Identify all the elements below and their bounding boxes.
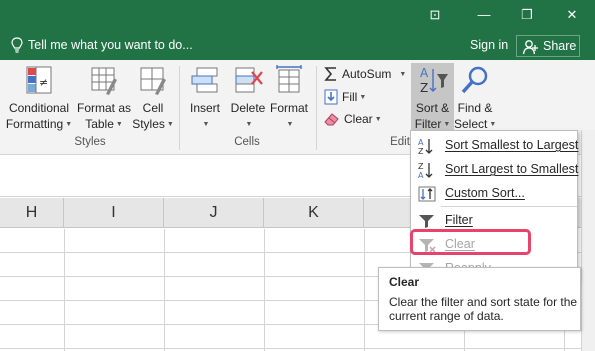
fill-down-icon (324, 89, 338, 105)
tooltip: Clear Clear the filter and sort state fo… (378, 267, 581, 331)
tell-me-input[interactable]: Tell me what you want to do... (28, 38, 193, 52)
autosum-button[interactable]: AutoSum ▼ (324, 66, 406, 82)
delete-button[interactable]: Delete ▼ (228, 64, 268, 133)
chevron-down-icon: ▼ (65, 120, 73, 128)
format-label: Format (269, 101, 308, 115)
chevron-down-icon: ▼ (286, 120, 294, 128)
conditional-formatting-icon: ≠ (26, 66, 52, 94)
format-as-table-icon (91, 67, 117, 95)
sigma-icon (324, 67, 336, 81)
svg-text:Z: Z (418, 147, 424, 155)
insert-label: Insert (189, 101, 220, 115)
chevron-down-icon: ▼ (166, 120, 174, 128)
sort-descending-icon: Z A (418, 162, 433, 179)
sort-filter-label-2: Filter (414, 117, 442, 131)
sort-filter-menu: A Z Sort Smallest to Largest Z A Sort La… (410, 130, 578, 280)
cell-styles-label-1: Cell (142, 101, 164, 115)
column-header[interactable]: I (64, 198, 164, 228)
ribbon-display-options-icon[interactable]: ⊡ (424, 5, 446, 25)
sort-filter-icon: A Z (420, 66, 448, 95)
sort-filter-label-1: Sort & (415, 101, 450, 115)
menu-item-custom-sort[interactable]: Custom Sort... (411, 181, 579, 205)
magnifier-icon (461, 66, 488, 94)
clear-label: Clear (344, 112, 373, 126)
insert-button[interactable]: Insert ▼ (184, 64, 226, 133)
chevron-down-icon: ▼ (399, 70, 407, 78)
chevron-down-icon: ▼ (115, 120, 123, 128)
cells-group-label: Cells (234, 136, 260, 148)
minimize-icon[interactable]: — (473, 5, 495, 25)
vertical-scrollbar[interactable] (581, 130, 595, 351)
svg-text:A: A (418, 171, 424, 179)
find-select-label-1: Find & (457, 101, 493, 115)
insert-cells-icon (191, 67, 218, 93)
cell-styles-icon (140, 67, 166, 95)
chevron-down-icon: ▼ (202, 120, 210, 128)
clear-highlight-box (410, 229, 531, 255)
clear-button[interactable]: Clear ▼ (324, 112, 382, 126)
menu-label: Filter (445, 213, 473, 227)
format-as-table-label-2: Table (85, 117, 114, 131)
conditional-formatting-button[interactable]: ≠ Conditional Formatting ▼ (4, 64, 74, 133)
svg-text:Z: Z (420, 81, 428, 95)
lightbulb-icon (11, 37, 23, 53)
fill-button[interactable]: Fill ▼ (324, 89, 366, 105)
tell-me-bar: Tell me what you want to do... Sign in (0, 30, 595, 60)
cell-styles-label-2: Styles (132, 117, 165, 131)
menu-separator (441, 206, 577, 207)
menu-item-sort-desc[interactable]: Z A Sort Largest to Smallest (411, 157, 579, 181)
custom-sort-icon (418, 186, 436, 202)
svg-text:≠: ≠ (39, 76, 48, 89)
format-as-table-label-1: Format as (76, 101, 131, 115)
find-select-button[interactable]: Find & Select ▼ (454, 64, 496, 133)
chevron-down-icon: ▼ (245, 120, 253, 128)
format-button[interactable]: Format ▼ (268, 64, 310, 133)
format-as-table-button[interactable]: Format as Table ▼ (76, 64, 132, 133)
funnel-icon (419, 215, 434, 228)
maximize-icon[interactable]: ❐ (516, 5, 538, 25)
share-button[interactable]: Share (516, 35, 580, 57)
conditional-formatting-label-1: Conditional (8, 101, 70, 115)
editing-group-label: Edit (390, 136, 410, 148)
sign-in-link[interactable]: Sign in (470, 38, 508, 52)
find-select-label-2: Select (454, 117, 488, 131)
chevron-down-icon: ▼ (443, 120, 451, 128)
svg-text:A: A (418, 138, 424, 147)
menu-label: Custom Sort... (445, 186, 525, 200)
svg-text:A: A (420, 66, 429, 80)
format-cells-icon (276, 65, 302, 93)
column-header[interactable]: J (164, 198, 264, 228)
delete-label: Delete (230, 101, 266, 115)
chevron-down-icon: ▼ (359, 93, 367, 101)
share-label: Share (543, 39, 577, 53)
menu-label: Sort Smallest to Largest (445, 138, 579, 152)
delete-cells-icon (235, 67, 263, 93)
column-header[interactable]: H (0, 198, 64, 228)
title-bar: ⊡ — ❐ ✕ (0, 0, 595, 30)
group-separator (179, 66, 180, 150)
column-header[interactable]: K (264, 198, 364, 228)
sort-ascending-icon: A Z (418, 138, 433, 155)
eraser-icon (324, 113, 339, 126)
tooltip-body: Clear the filter and sort state for the … (389, 295, 578, 323)
conditional-formatting-label-2: Formatting (5, 117, 64, 131)
styles-group-label: Styles (74, 136, 106, 148)
autosum-label: AutoSum (342, 67, 392, 81)
group-separator (316, 66, 317, 150)
menu-item-sort-asc[interactable]: A Z Sort Smallest to Largest (411, 133, 579, 157)
chevron-down-icon: ▼ (489, 120, 497, 128)
tooltip-title: Clear (389, 275, 420, 289)
sort-filter-button-content[interactable]: A Z Sort & Filter ▼ (411, 64, 454, 133)
cell-styles-button[interactable]: Cell Styles ▼ (132, 64, 174, 133)
chevron-down-icon: ▼ (374, 115, 382, 123)
fill-label: Fill (342, 90, 358, 104)
svg-text:Z: Z (418, 162, 424, 171)
person-icon (522, 40, 538, 55)
menu-label: Sort Largest to Smallest (445, 162, 579, 176)
close-icon[interactable]: ✕ (561, 5, 583, 25)
